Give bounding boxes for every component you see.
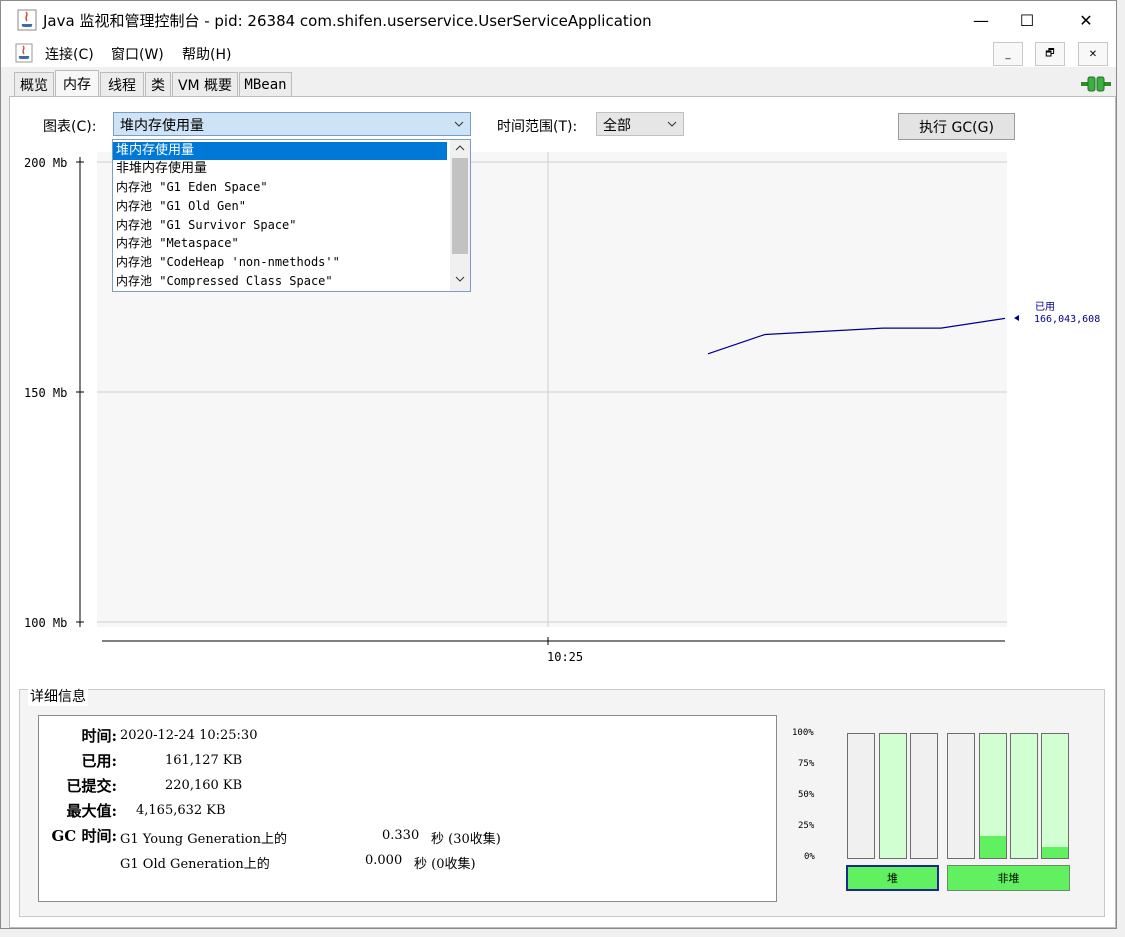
- scroll-thumb[interactable]: [452, 158, 468, 254]
- pool-used-fill: [980, 835, 1006, 858]
- scroll-down-icon[interactable]: [455, 276, 465, 283]
- minimize-icon: —: [973, 10, 989, 30]
- chart-select-value: 堆内存使用量: [120, 118, 204, 134]
- dropdown-option[interactable]: 非堆内存使用量: [113, 160, 447, 178]
- heap-pool-bar[interactable]: [910, 733, 938, 859]
- chart-dropdown-list: 堆内存使用量 非堆内存使用量 内存池 "G1 Eden Space" 内存池 "…: [112, 139, 471, 292]
- details-info-panel: 时间: 2020-12-24 10:25:30 已用: 161,127 KB 已…: [38, 715, 777, 902]
- used-value: 161,127 KB: [165, 753, 243, 768]
- nonheap-pool-button[interactable]: 非堆: [947, 865, 1070, 891]
- latest-value: 166,043,608: [1034, 314, 1100, 325]
- gc-old-unit: 秒 (0收集): [414, 857, 476, 872]
- memory-panel: 图表(C): 堆内存使用量 时间范围(T): 全部 执行 GC(G) 200 M…: [9, 96, 1116, 928]
- gc-young-name: G1 Young Generation上的: [120, 832, 287, 847]
- pct-label: 25%: [798, 821, 815, 831]
- mdi-restore-icon: 🗗: [1045, 47, 1055, 59]
- latest-label: 已用: [1035, 302, 1055, 313]
- chart-label: 图表(C):: [43, 119, 97, 135]
- dropdown-scrollbar[interactable]: [450, 140, 470, 291]
- gc-time-label: GC 时间:: [51, 827, 117, 845]
- maximize-icon: ☐: [1019, 10, 1035, 30]
- scroll-up-icon[interactable]: [455, 144, 465, 151]
- mdi-minimize-button[interactable]: _: [993, 42, 1023, 66]
- range-label: 时间范围(T):: [497, 119, 578, 135]
- pool-used-fill: [1042, 846, 1068, 858]
- nonheap-pool-bar[interactable]: [947, 733, 975, 859]
- pool-committed-fill: [1042, 734, 1068, 858]
- menu-help[interactable]: 帮助(H): [182, 44, 231, 64]
- mdi-restore-button[interactable]: 🗗: [1035, 42, 1065, 66]
- connection-status-icon: [1081, 76, 1111, 92]
- dropdown-option[interactable]: 内存池 "Compressed Class Space": [113, 272, 447, 290]
- memory-pool-bars: 100% 75% 50% 25% 0% 堆 非堆: [784, 715, 1104, 905]
- tab-memory[interactable]: 内存: [55, 70, 99, 97]
- heap-pool-bar[interactable]: [847, 733, 875, 859]
- tab-overview[interactable]: 概览: [14, 72, 54, 96]
- menu-window[interactable]: 窗口(W): [111, 44, 164, 64]
- pct-label: 0%: [804, 852, 815, 862]
- app-window: Java 监视和管理控制台 - pid: 26384 com.shifen.us…: [0, 0, 1117, 929]
- pct-label: 75%: [798, 759, 815, 769]
- gc-old-name: G1 Old Generation上的: [120, 857, 270, 872]
- perform-gc-button[interactable]: 执行 GC(G): [898, 113, 1015, 140]
- details-title: 详细信息: [28, 686, 88, 706]
- dropdown-option[interactable]: 内存池 "G1 Eden Space": [113, 178, 447, 196]
- nonheap-pool-bar[interactable]: [1041, 733, 1069, 859]
- mdi-close-icon: ✕: [1088, 48, 1098, 60]
- dropdown-option[interactable]: 堆内存使用量: [113, 142, 447, 160]
- time-value: 2020-12-24 10:25:30: [120, 728, 258, 743]
- range-select-value: 全部: [603, 118, 631, 134]
- tab-vm-summary[interactable]: VM 概要: [172, 72, 238, 96]
- java-icon: [17, 9, 37, 31]
- y-tick-label: 150 Mb: [24, 386, 67, 400]
- maximize-button[interactable]: ☐: [1004, 5, 1050, 35]
- dropdown-option[interactable]: 内存池 "G1 Survivor Space": [113, 216, 447, 234]
- heap-pool-bar[interactable]: [879, 733, 907, 859]
- close-icon: ✕: [1079, 10, 1093, 30]
- dropdown-option[interactable]: 内存池 "CodeHeap 'non-nmethods'": [113, 253, 447, 271]
- max-label: 最大值:: [66, 802, 117, 820]
- dropdown-option[interactable]: 内存池 "G1 Old Gen": [113, 197, 447, 215]
- tab-classes[interactable]: 类: [145, 72, 171, 96]
- chevron-down-icon: [454, 121, 464, 127]
- y-tick-label: 200 Mb: [24, 156, 67, 170]
- gc-old-value: 0.000: [365, 853, 403, 868]
- nonheap-pool-bar[interactable]: [979, 733, 1007, 859]
- x-tick-label: 10:25: [547, 650, 583, 664]
- tab-bar: 概览 内存 线程 类 VM 概要 MBean: [1, 68, 1116, 97]
- tab-threads[interactable]: 线程: [100, 72, 144, 96]
- chevron-down-icon: [667, 121, 677, 127]
- java-small-icon: [15, 43, 33, 63]
- window-title: Java 监视和管理控制台 - pid: 26384 com.shifen.us…: [43, 12, 652, 30]
- pct-label: 100%: [792, 728, 814, 738]
- max-value: 4,165,632 KB: [136, 803, 226, 818]
- chart-select[interactable]: 堆内存使用量: [113, 112, 471, 136]
- mdi-close-button[interactable]: ✕: [1078, 42, 1108, 66]
- committed-label: 已提交:: [66, 777, 117, 795]
- used-label: 已用:: [81, 752, 117, 770]
- pool-committed-fill: [1011, 734, 1037, 858]
- nonheap-pool-bar[interactable]: [1010, 733, 1038, 859]
- dropdown-option[interactable]: 内存池 "Metaspace": [113, 234, 447, 252]
- latest-marker-icon: [1014, 315, 1019, 321]
- heap-pool-button[interactable]: 堆: [846, 865, 939, 891]
- committed-value: 220,160 KB: [165, 778, 243, 793]
- close-button[interactable]: ✕: [1063, 5, 1109, 35]
- y-tick-label: 100 Mb: [24, 616, 67, 630]
- pool-committed-fill: [880, 734, 906, 858]
- minimize-button[interactable]: —: [958, 5, 1004, 35]
- mdi-minimize-icon: _: [1005, 48, 1011, 60]
- menu-connection[interactable]: 连接(C): [45, 44, 94, 64]
- menu-bar: 连接(C) 窗口(W) 帮助(H): [1, 39, 1116, 67]
- gc-young-value: 0.330: [382, 828, 420, 843]
- pct-label: 50%: [798, 790, 815, 800]
- gc-young-unit: 秒 (30收集): [431, 832, 501, 847]
- title-bar: Java 监视和管理控制台 - pid: 26384 com.shifen.us…: [1, 1, 1116, 39]
- range-select[interactable]: 全部: [596, 112, 684, 136]
- time-label: 时间:: [81, 727, 117, 745]
- tab-mbean[interactable]: MBean: [239, 72, 292, 96]
